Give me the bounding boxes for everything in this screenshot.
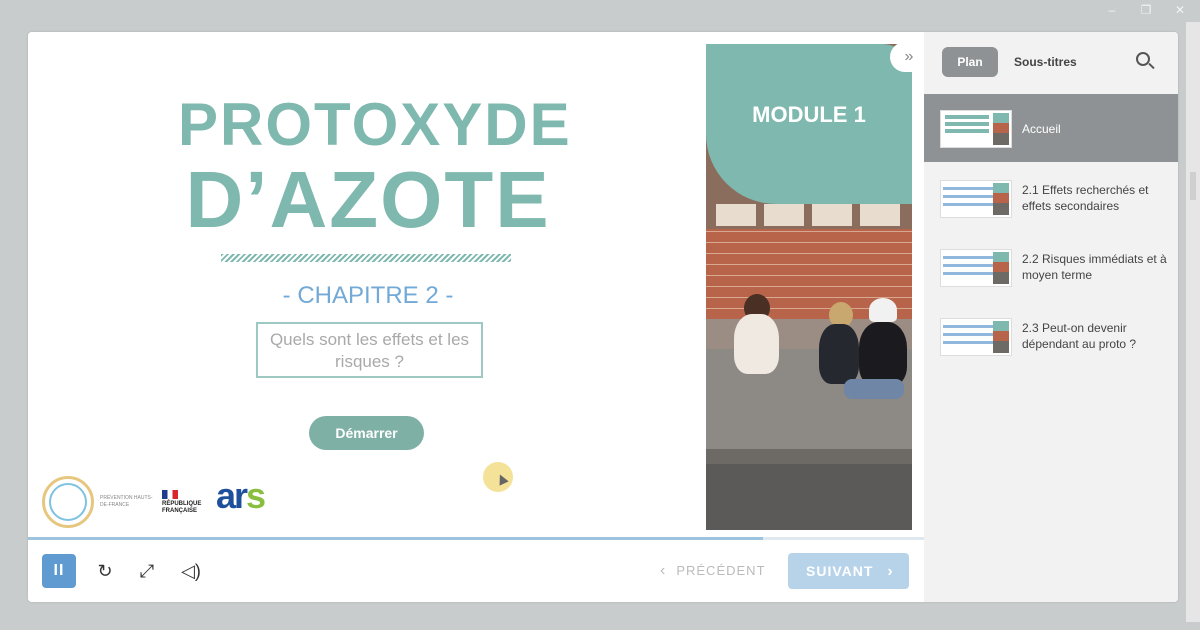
person-head — [869, 298, 897, 322]
slide-thumbnail — [940, 318, 1012, 356]
hero-photo: MODULE 1 — [706, 44, 912, 530]
volume-icon: ◁) — [181, 561, 201, 581]
prevention-logo: PRÉVENTION HAUTS-DE-FRANCE — [100, 495, 153, 508]
fullscreen-icon: ⤢ — [139, 561, 155, 581]
restore-icon[interactable]: ❐ — [1140, 3, 1152, 17]
photo-people — [724, 284, 909, 399]
partner-logos: PRÉVENTION HAUTS-DE-FRANCE RÉPUBLIQUE FR… — [42, 475, 266, 528]
chevron-right-icon: › — [887, 563, 894, 580]
slide-thumbnail — [940, 180, 1012, 218]
decorative-divider — [221, 254, 511, 262]
collapse-sidebar-button[interactable]: » — [890, 42, 928, 72]
window-controls: – ❐ ✕ — [1106, 3, 1186, 17]
republique-label: RÉPUBLIQUE FRANÇAISE — [162, 500, 202, 514]
sidebar-item-accueil[interactable]: Accueil — [924, 94, 1178, 162]
mouse-cursor-icon — [483, 462, 513, 492]
scrollbar-thumb[interactable] — [1190, 172, 1196, 200]
slide: PROTOXYDE D’AZOTE - CHAPITRE 2 - Quels s… — [28, 32, 924, 537]
photo-windows — [716, 204, 906, 226]
start-button[interactable]: Démarrer — [309, 416, 424, 450]
course-player: PROTOXYDE D’AZOTE - CHAPITRE 2 - Quels s… — [28, 32, 1178, 602]
module-label: MODULE 1 — [752, 102, 866, 127]
person-body — [859, 322, 907, 386]
player-controls: II ↻ ⤢ ◁) ‹ PRÉCÉDENT SUIVANT › — [28, 540, 924, 602]
module-badge: MODULE 1 — [706, 44, 912, 204]
chevron-left-icon: ‹ — [660, 562, 667, 579]
pause-button[interactable]: II — [42, 554, 76, 588]
fullscreen-button[interactable]: ⤢ — [130, 554, 164, 588]
sidebar-item-label: Accueil — [1022, 122, 1061, 136]
sidebar-header: Plan Sous-titres — [924, 32, 1178, 94]
tab-plan[interactable]: Plan — [942, 47, 998, 77]
person-body — [819, 324, 859, 384]
search-icon[interactable] — [1136, 52, 1156, 72]
window-titlebar: – ❐ ✕ — [0, 0, 1200, 22]
sidebar-item-label: 2.3 Peut-on devenir dépendant au proto ? — [1022, 321, 1137, 351]
next-button[interactable]: SUIVANT › — [788, 553, 909, 589]
sidebar: Plan Sous-titres Accueil 2.1 Effets rech… — [924, 32, 1178, 602]
tab-subtitles[interactable]: Sous-titres — [1014, 47, 1077, 77]
volume-button[interactable]: ◁) — [174, 554, 208, 588]
french-flag-icon — [162, 489, 178, 499]
question-box: Quels sont les effets et les risques ? — [256, 322, 483, 378]
association-logo — [42, 476, 94, 528]
ars-logo: ars — [216, 475, 266, 516]
chapter-heading: - CHAPITRE 2 - — [282, 282, 454, 309]
sidebar-item-label: 2.1 Effets recherchés et effets secondai… — [1022, 183, 1149, 213]
republique-francaise-logo: RÉPUBLIQUE FRANÇAISE — [162, 489, 210, 515]
previous-label: PRÉCÉDENT — [676, 563, 766, 578]
person-legs — [844, 379, 904, 399]
next-label: SUIVANT — [806, 563, 874, 579]
sidebar-item-2-1[interactable]: 2.1 Effets recherchés et effets secondai… — [924, 164, 1178, 232]
replay-button[interactable]: ↻ — [88, 554, 122, 588]
replay-icon: ↻ — [97, 561, 113, 581]
person-body — [734, 314, 779, 374]
slide-thumbnail — [940, 249, 1012, 287]
window-scrollbar[interactable] — [1186, 22, 1200, 622]
previous-button[interactable]: ‹ PRÉCÉDENT — [660, 562, 770, 582]
slide-title-line2: D’AZOTE — [185, 155, 551, 244]
minimize-icon[interactable]: – — [1106, 3, 1118, 17]
pause-icon: II — [53, 562, 65, 579]
slide-thumbnail — [940, 110, 1012, 148]
close-icon[interactable]: ✕ — [1174, 3, 1186, 17]
slide-title-line1: PROTOXYDE — [178, 91, 572, 158]
sidebar-item-2-2[interactable]: 2.2 Risques immédiats et à moyen terme — [924, 233, 1178, 301]
sidebar-item-label: 2.2 Risques immédiats et à moyen terme — [1022, 252, 1167, 282]
sidebar-item-2-3[interactable]: 2.3 Peut-on devenir dépendant au proto ? — [924, 302, 1178, 370]
